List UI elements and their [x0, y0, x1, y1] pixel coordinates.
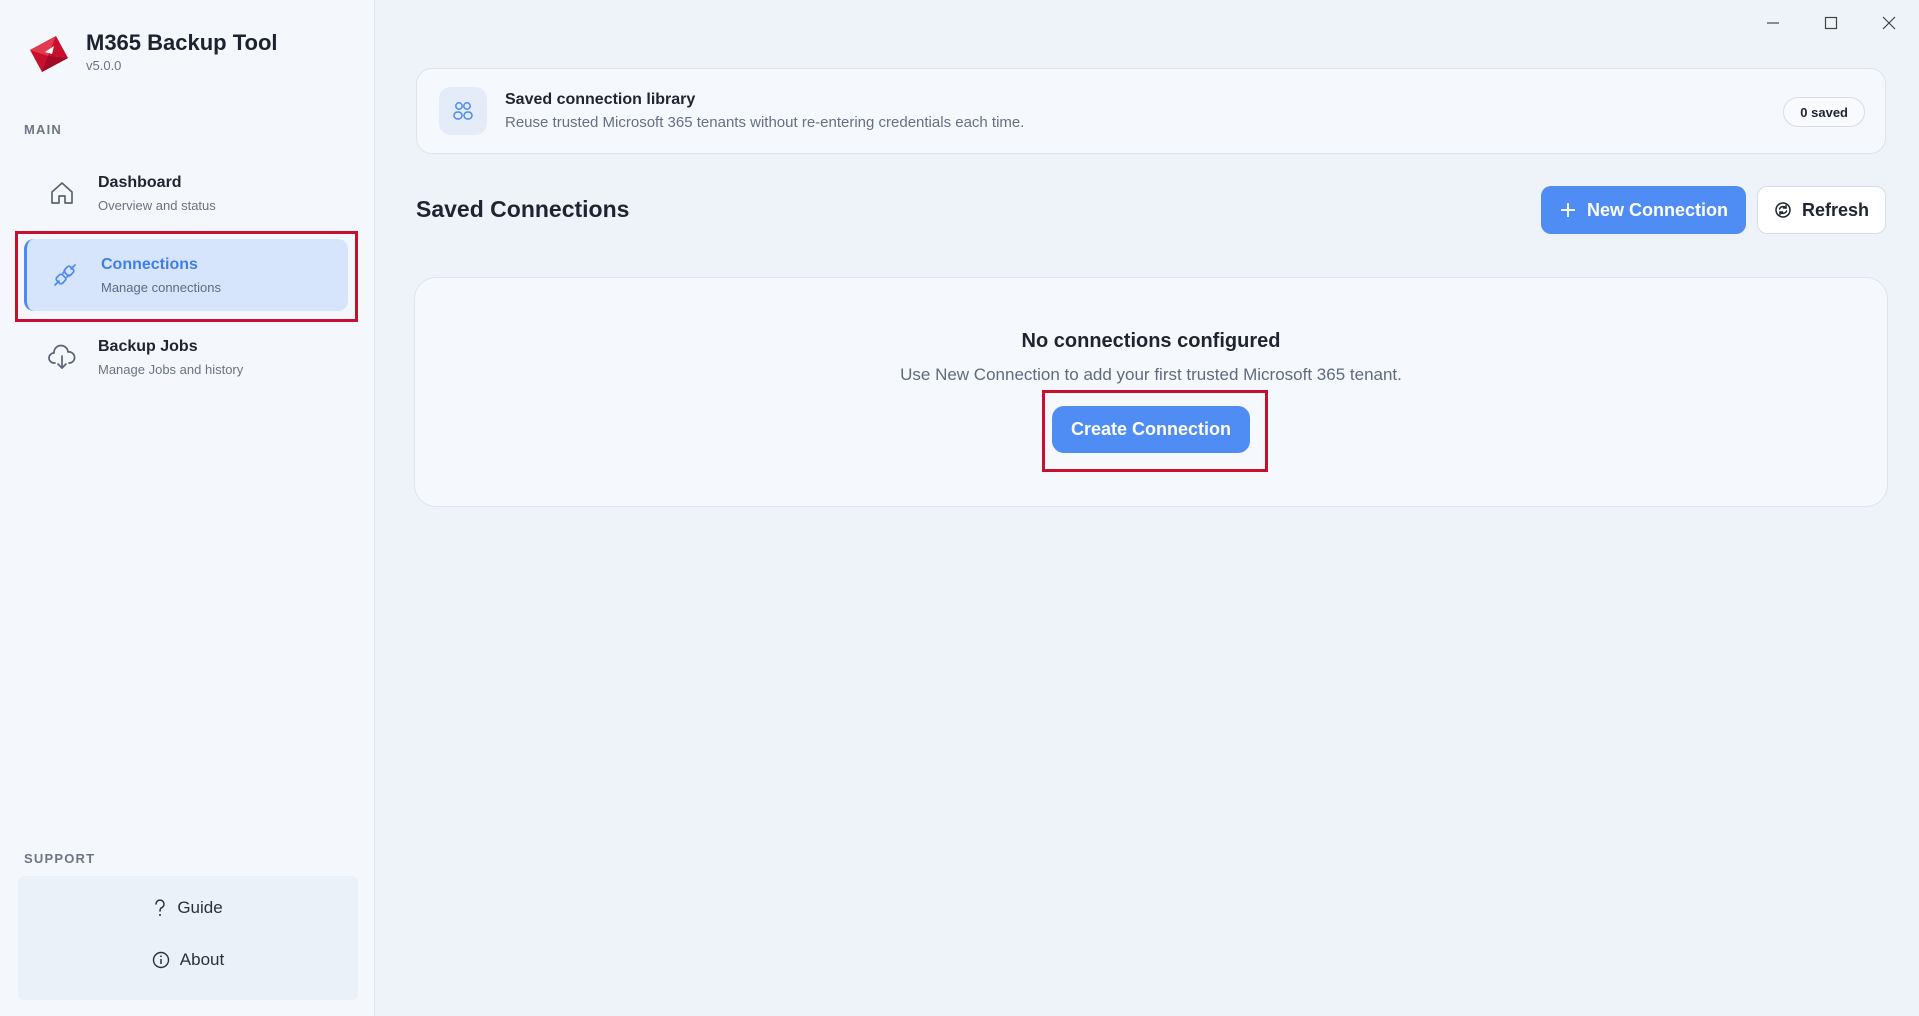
support-panel: Guide About [18, 876, 358, 1000]
plus-icon [1559, 201, 1577, 219]
page-title: Saved Connections [416, 196, 630, 222]
app-version: v5.0.0 [86, 58, 122, 73]
banner-title: Saved connection library [505, 91, 696, 108]
info-icon [152, 951, 170, 969]
about-label: About [179, 950, 225, 969]
sidebar-item-connections[interactable]: Connections Manage connections [24, 239, 348, 311]
refresh-icon [1774, 201, 1792, 219]
sidebar-item-dashboard[interactable]: Dashboard Overview and status [24, 157, 348, 229]
sidebar-item-backup-jobs[interactable]: Backup Jobs Manage Jobs and history [24, 321, 348, 393]
users-icon [439, 87, 487, 135]
sidebar: M365 Backup Tool v5.0.0 MAIN Dashboard O… [0, 0, 375, 1016]
new-connection-label: New Connection [1586, 199, 1728, 220]
sidebar-item-subtitle: Manage Jobs and history [98, 361, 244, 377]
minimize-icon[interactable] [1753, 10, 1793, 36]
home-icon [42, 173, 82, 213]
guide-button[interactable]: Guide [28, 886, 348, 930]
support-section-label: SUPPORT [24, 851, 96, 866]
refresh-label: Refresh [1801, 199, 1870, 220]
app-window: M365 Backup Tool v5.0.0 MAIN Dashboard O… [0, 0, 1919, 1016]
question-icon [153, 899, 167, 917]
empty-state-subtitle: Use New Connection to add your first tru… [900, 365, 1402, 384]
sidebar-item-title: Backup Jobs [98, 337, 198, 355]
empty-state-card: No connections configured Use New Connec… [414, 277, 1888, 507]
app-title: M365 Backup Tool [86, 30, 278, 55]
sidebar-item-title: Dashboard [98, 173, 182, 191]
new-connection-button[interactable]: New Connection [1541, 186, 1746, 234]
empty-state-title: No connections configured [1021, 330, 1281, 352]
close-icon[interactable] [1869, 10, 1909, 36]
main-section-label: MAIN [24, 122, 63, 137]
sidebar-item-title: Connections [101, 255, 198, 273]
refresh-button[interactable]: Refresh [1757, 186, 1886, 234]
sidebar-item-subtitle: Manage connections [101, 279, 221, 295]
banner-subtitle: Reuse trusted Microsoft 365 tenants with… [505, 114, 1025, 131]
guide-label: Guide [177, 898, 223, 917]
plug-icon [45, 255, 85, 295]
brand: M365 Backup Tool v5.0.0 [26, 30, 278, 78]
about-button[interactable]: About [28, 938, 348, 982]
cloud-download-icon [42, 337, 82, 377]
maximize-icon[interactable] [1811, 10, 1851, 36]
saved-library-banner: Saved connection library Reuse trusted M… [416, 68, 1886, 154]
saved-count-badge: 0 saved [1783, 97, 1865, 127]
red-envelope-logo [30, 36, 68, 72]
sidebar-item-subtitle: Overview and status [98, 197, 216, 213]
create-connection-button[interactable]: Create Connection [1052, 406, 1250, 453]
